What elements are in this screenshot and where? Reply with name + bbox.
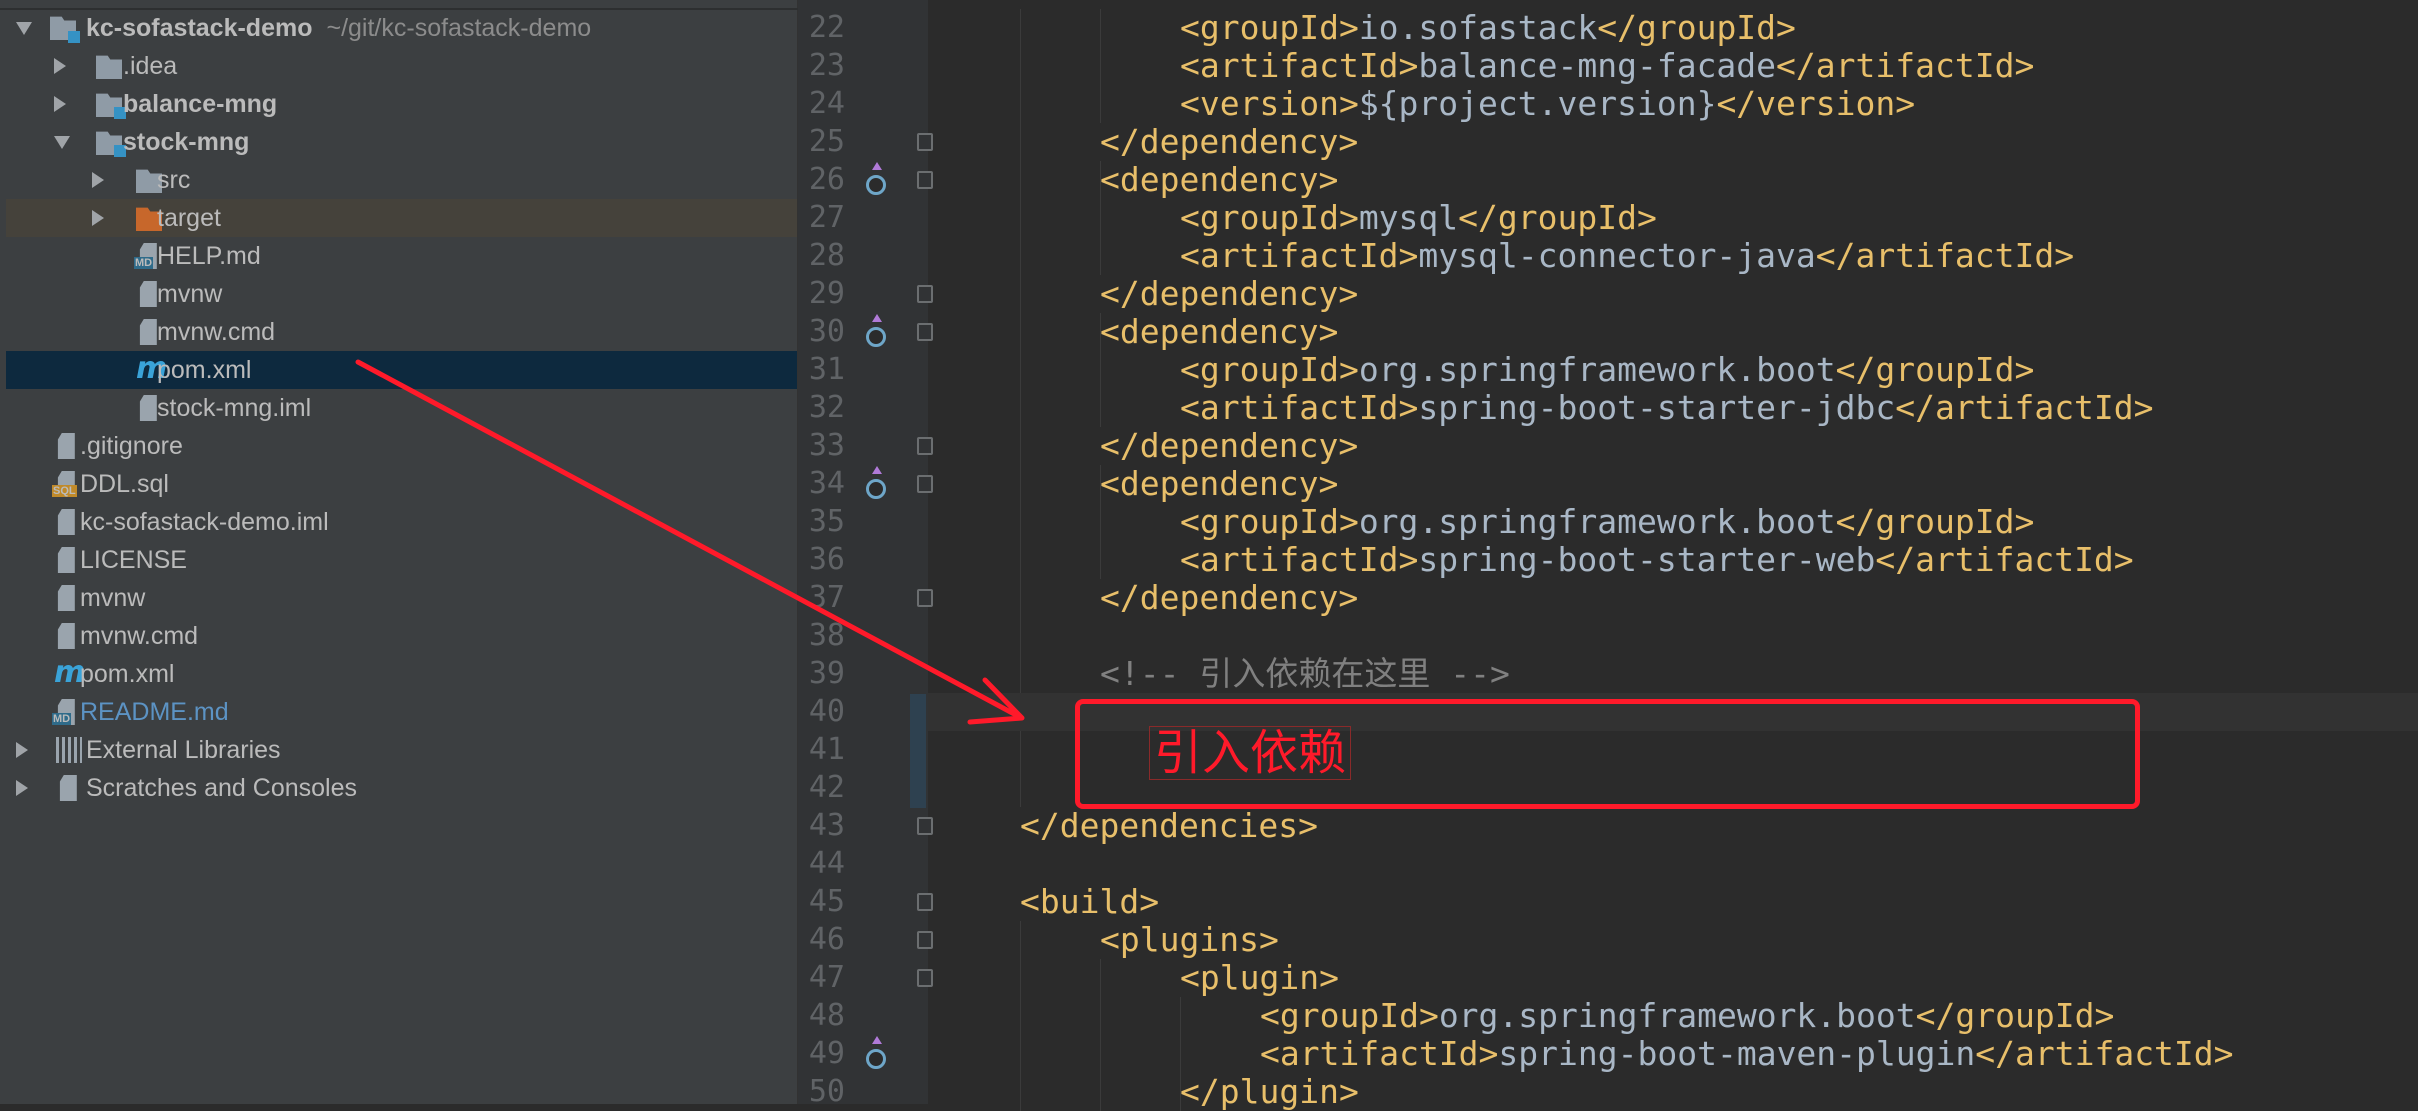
annotation-label: 引入依赖 xyxy=(1149,726,1352,780)
annotation-arrow xyxy=(355,359,1025,725)
